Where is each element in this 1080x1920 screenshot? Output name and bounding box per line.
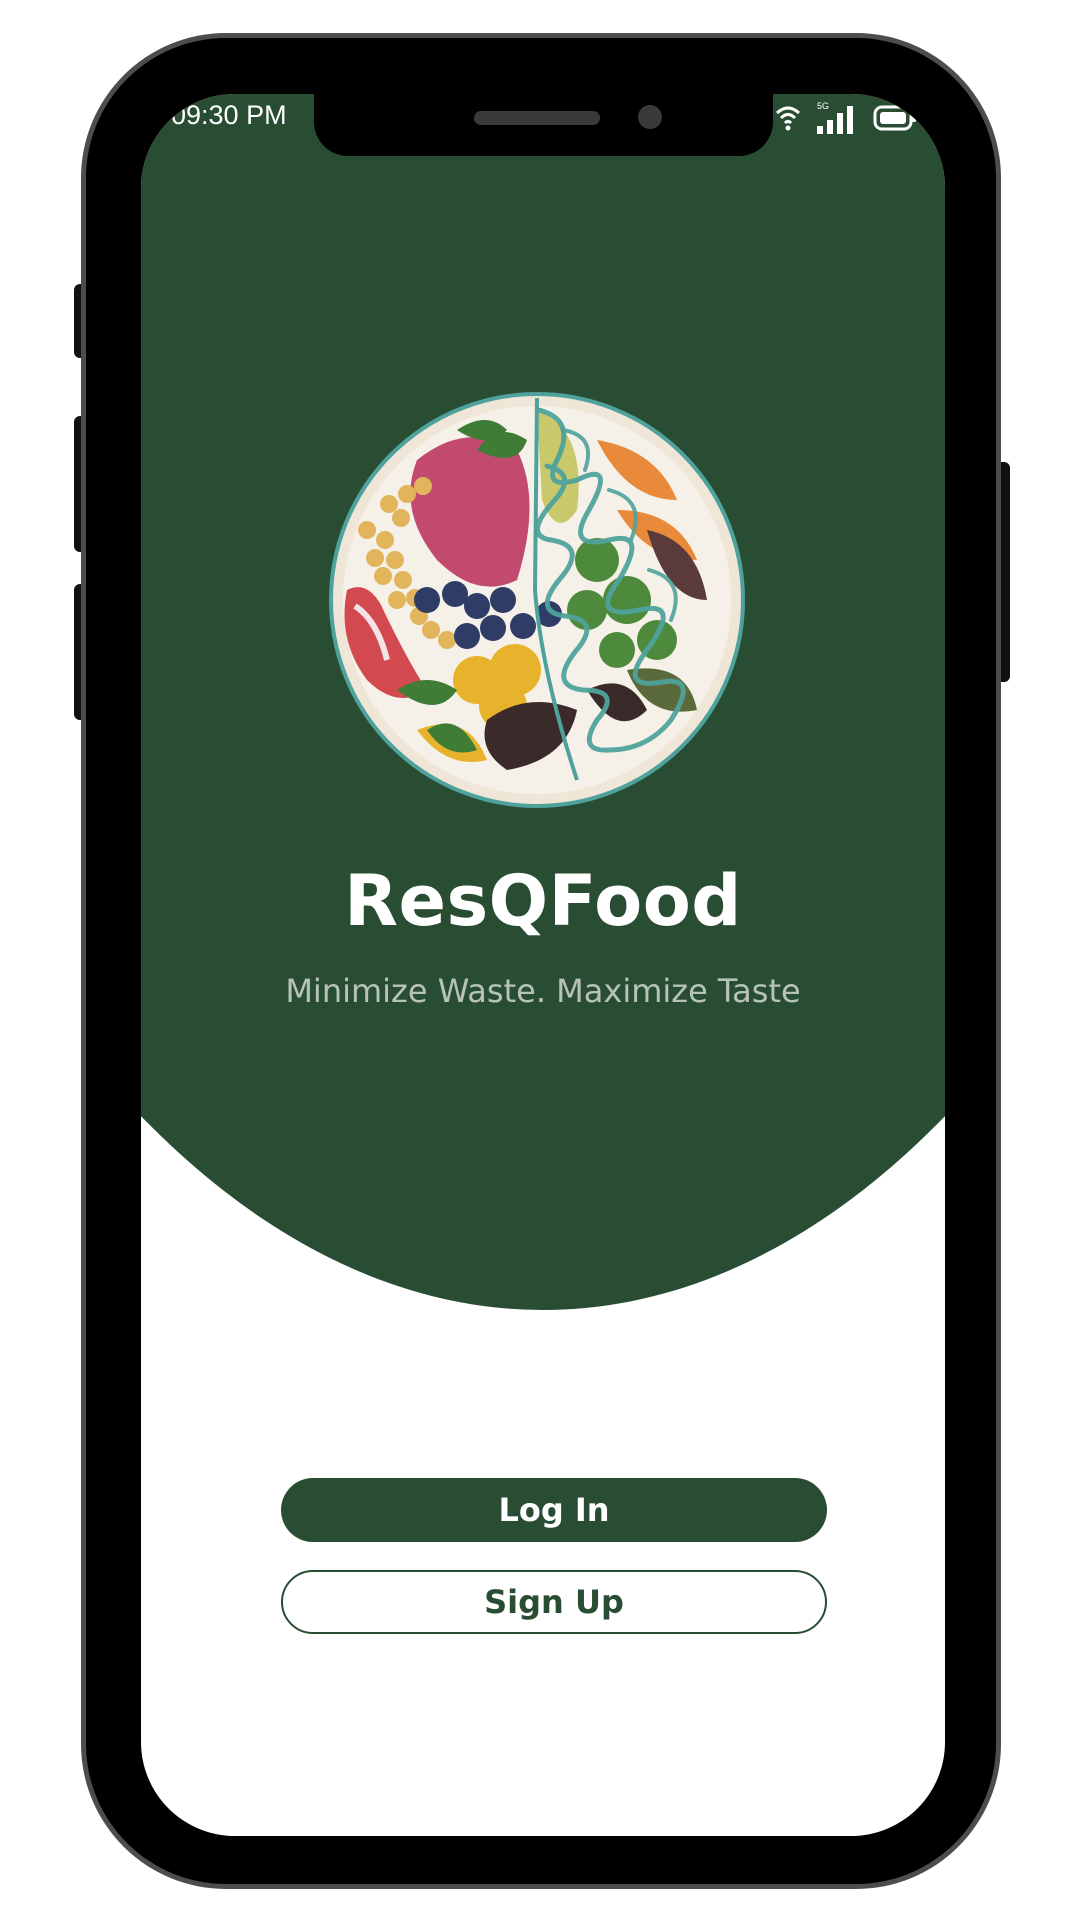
front-camera (638, 105, 662, 129)
status-time: 09:30 PM (171, 100, 287, 130)
signup-button[interactable]: Sign Up (281, 1570, 827, 1634)
status-icons: 5G (773, 100, 917, 136)
network-label: 5G (817, 101, 829, 111)
app-title: ResQFood (344, 860, 742, 942)
notch (314, 94, 773, 156)
battery-icon (873, 105, 916, 131)
wifi-icon (775, 106, 801, 131)
signal-icon: 5G (817, 101, 853, 134)
app-screen: 09:30 PM 5G ResQFood Minimize Waste. Max… (141, 94, 945, 1836)
app-tagline: Minimize Waste. Maximize Taste (285, 972, 801, 1010)
power-button (996, 462, 1010, 682)
login-button[interactable]: Log In (281, 1478, 827, 1542)
food-bowl-logo (329, 392, 745, 808)
stage: 09:30 PM 5G ResQFood Minimize Waste. Max… (0, 0, 1080, 1920)
speaker-grille (474, 111, 600, 125)
